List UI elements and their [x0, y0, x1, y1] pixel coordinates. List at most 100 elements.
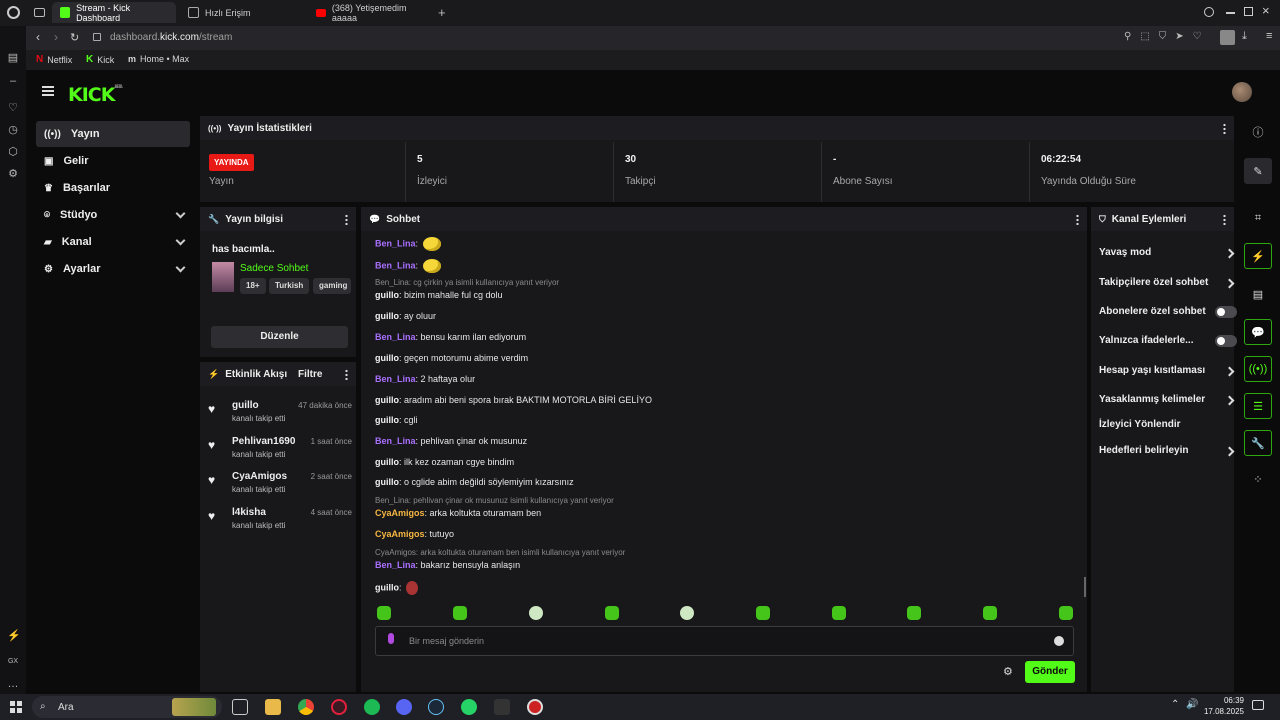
- tab-youtube[interactable]: (368) Yetişemedim aaaaa: [308, 2, 432, 23]
- url-field[interactable]: dashboard.kick.com/stream: [110, 32, 232, 43]
- nav-item-achievements[interactable]: ♛ Başarılar: [36, 175, 190, 201]
- download-icon[interactable]: ⤓: [1242, 30, 1247, 43]
- emote-icon[interactable]: [680, 606, 694, 620]
- opera-gx-icon[interactable]: [331, 699, 347, 715]
- emoji-picker-icon[interactable]: [1054, 636, 1064, 646]
- nav-item-settings[interactable]: ⚙ Ayarlar: [36, 256, 190, 282]
- document-icon[interactable]: ▤: [1244, 281, 1272, 307]
- emote-icon[interactable]: [605, 606, 619, 620]
- chat-username[interactable]: guillo: [375, 582, 399, 592]
- notification-icon[interactable]: [1252, 700, 1264, 710]
- channel-action-item[interactable]: Abonelere özel sohbet: [1099, 306, 1237, 328]
- tab-kick-dashboard[interactable]: Stream - Kick Dashboard: [52, 2, 176, 23]
- heart-icon[interactable]: ♡: [7, 102, 19, 114]
- chat-username[interactable]: guillo: [375, 415, 399, 425]
- settings-icon[interactable]: ⚙: [7, 168, 19, 180]
- opera-logo-icon[interactable]: [7, 6, 20, 19]
- send-icon[interactable]: ➤: [1175, 31, 1192, 42]
- channel-action-item[interactable]: Hesap yaşı kısıtlaması: [1099, 365, 1235, 387]
- stats-more-icon[interactable]: [1223, 123, 1226, 134]
- channel-actions-more-icon[interactable]: [1223, 214, 1226, 225]
- user-avatar[interactable]: [1232, 82, 1252, 102]
- clock-date[interactable]: 17.08.2025: [1202, 707, 1244, 716]
- chat-username[interactable]: Ben_Lina: [375, 560, 416, 570]
- tab-quick-access[interactable]: Hızlı Erişim: [180, 2, 304, 23]
- steam-icon[interactable]: [428, 699, 444, 715]
- emote-icon[interactable]: [422, 259, 441, 273]
- activity-user[interactable]: l4kisha: [232, 507, 266, 518]
- channel-action-item[interactable]: Yasaklanmış kelimeler: [1099, 394, 1235, 416]
- chat-username[interactable]: Ben_Lina: [375, 238, 416, 248]
- chat-username[interactable]: guillo: [375, 395, 399, 405]
- epic-games-icon[interactable]: [494, 699, 510, 715]
- channel-action-item[interactable]: Takipçilere özel sohbet: [1099, 277, 1235, 299]
- tray-chevron-icon[interactable]: ⌃: [1171, 699, 1179, 710]
- bookmark-kick[interactable]: K Kick: [86, 54, 114, 65]
- chrome-icon[interactable]: [298, 699, 314, 715]
- chat-username[interactable]: Ben_Lina: [375, 374, 416, 384]
- volume-icon[interactable]: 🔊: [1186, 699, 1198, 710]
- chat-username[interactable]: Ben_Lina: [375, 332, 416, 342]
- user-list-icon[interactable]: ☰: [1244, 393, 1272, 419]
- gx-icon[interactable]: GX: [7, 656, 19, 668]
- chat-username[interactable]: guillo: [375, 457, 399, 467]
- taskbar-search[interactable]: ⌕ Ara: [32, 696, 222, 718]
- snapshot-icon[interactable]: ⬚: [1140, 31, 1158, 42]
- emote-icon[interactable]: [1059, 606, 1073, 620]
- clock-time[interactable]: 06:39: [1208, 696, 1244, 705]
- chat-username[interactable]: guillo: [375, 477, 399, 487]
- activity-user[interactable]: Pehlivan1690: [232, 436, 295, 447]
- bookmark-netflix[interactable]: N Netflix: [36, 54, 72, 65]
- channel-action-item[interactable]: Yalnızca ifadelerle...: [1099, 335, 1237, 357]
- wrench-icon[interactable]: 🔧: [1244, 430, 1272, 456]
- nav-item-revenue[interactable]: ▣ Gelir: [36, 148, 190, 174]
- menu-icon[interactable]: ≡: [1266, 30, 1272, 42]
- spotify-icon[interactable]: [364, 699, 380, 715]
- back-icon[interactable]: ‹: [36, 30, 40, 44]
- activity-more-icon[interactable]: [345, 369, 348, 380]
- task-view-icon[interactable]: [232, 699, 248, 715]
- minimize-button[interactable]: [1226, 12, 1235, 14]
- pin-icon[interactable]: ⚲: [1124, 31, 1140, 42]
- forward-icon[interactable]: ›: [54, 30, 58, 44]
- profile-avatar[interactable]: [1220, 30, 1235, 45]
- more-icon[interactable]: …: [7, 678, 19, 690]
- toggle-switch[interactable]: [1215, 306, 1237, 318]
- emote-icon[interactable]: [453, 606, 467, 620]
- chat-more-icon[interactable]: [1076, 214, 1079, 225]
- info-icon[interactable]: ⓘ: [1244, 119, 1272, 145]
- activity-user[interactable]: CyaAmigos: [232, 471, 287, 482]
- bookmark-heart-icon[interactable]: ♡: [1193, 31, 1211, 42]
- kick-logo[interactable]: KICKBETA: [68, 84, 123, 106]
- workspaces-icon[interactable]: ▤: [7, 52, 19, 64]
- channel-action-item[interactable]: İzleyici Yönlendir: [1099, 419, 1229, 441]
- send-button[interactable]: Gönder: [1025, 661, 1075, 683]
- new-tab-button[interactable]: +: [438, 5, 446, 20]
- emote-icon[interactable]: [406, 581, 419, 595]
- chat-scrollbar[interactable]: [1084, 577, 1086, 597]
- search-tabs-icon[interactable]: [1204, 7, 1214, 17]
- reload-icon[interactable]: ↻: [70, 31, 79, 44]
- toggle-switch[interactable]: [1215, 335, 1237, 347]
- edit-button[interactable]: Düzenle: [211, 326, 348, 348]
- chat-username[interactable]: Ben_Lina: [375, 436, 416, 446]
- emote-icon[interactable]: [983, 606, 997, 620]
- emote-icon[interactable]: [832, 606, 846, 620]
- microphone-icon[interactable]: [388, 633, 394, 644]
- app-icon[interactable]: [527, 699, 543, 715]
- stream-info-more-icon[interactable]: [345, 214, 348, 225]
- discord-icon[interactable]: [396, 699, 412, 715]
- emote-icon[interactable]: [529, 606, 543, 620]
- chat-username[interactable]: CyaAmigos: [375, 508, 425, 518]
- emote-icon[interactable]: [377, 606, 391, 620]
- edit-icon[interactable]: ✎: [1244, 158, 1272, 184]
- maximize-button[interactable]: [1244, 7, 1253, 16]
- channel-action-item[interactable]: Yavaş mod: [1099, 247, 1235, 269]
- hamburger-menu-icon[interactable]: [42, 86, 54, 96]
- file-explorer-icon[interactable]: [265, 699, 281, 715]
- shield-icon[interactable]: ⛉: [1159, 31, 1176, 42]
- windows-start-icon[interactable]: [10, 701, 22, 713]
- nav-item-channel[interactable]: ▰ Kanal: [36, 229, 190, 255]
- filter-button[interactable]: Filtre: [298, 369, 322, 380]
- channel-action-item[interactable]: Hedefleri belirleyin: [1099, 445, 1235, 467]
